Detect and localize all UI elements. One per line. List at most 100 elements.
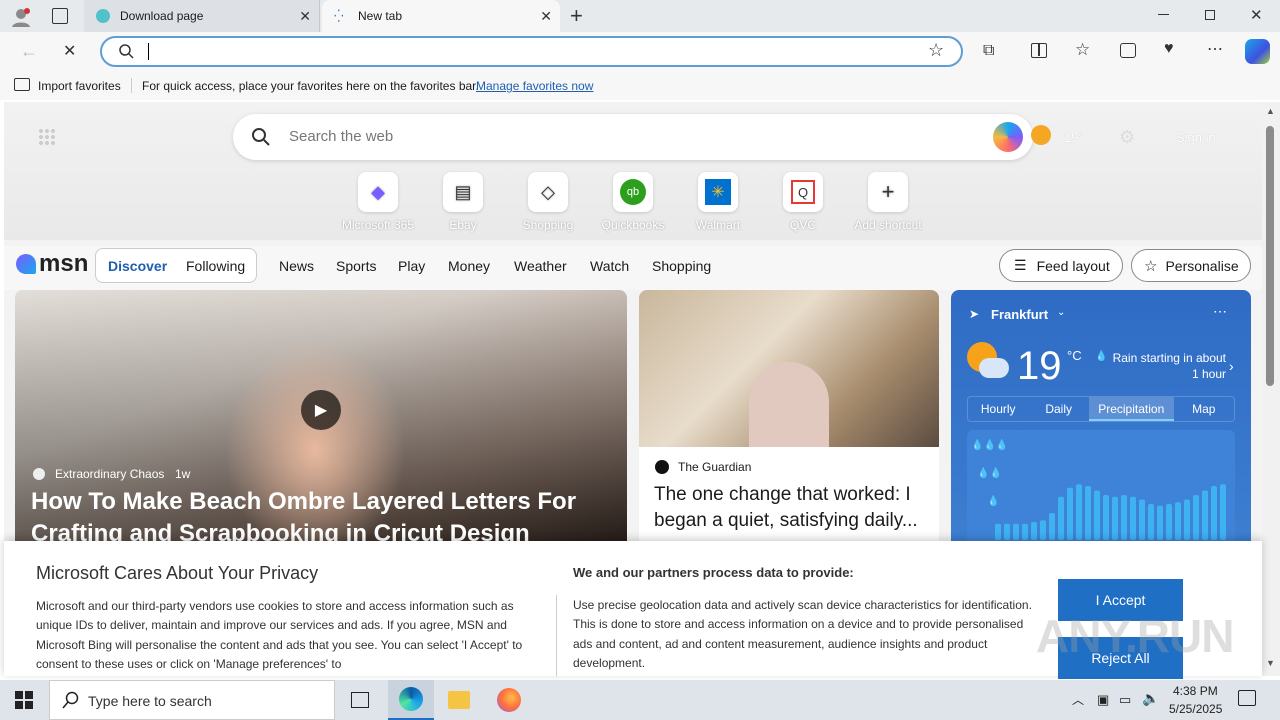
firefox-icon[interactable] (497, 688, 521, 712)
nav-watch[interactable]: Watch (590, 258, 629, 274)
shortcut-microsoft-365[interactable]: ◆ Microsoft 365 (338, 172, 418, 232)
shortcut-label: Quickbooks (601, 218, 665, 232)
anyrun-watermark: ANY.RUN (1036, 610, 1234, 662)
weather-city[interactable]: Frankfurt (991, 307, 1048, 322)
nav-shopping[interactable]: Shopping (652, 258, 711, 274)
walmart-icon: ✳ (698, 172, 738, 212)
new-tab-button[interactable]: + (570, 3, 583, 29)
settings-gear-icon[interactable]: ⚙ (1119, 127, 1135, 148)
shortcut-walmart[interactable]: ✳ Walmart (678, 172, 758, 232)
shortcut-add[interactable]: + Add shortcut (848, 172, 928, 232)
scroll-up-icon[interactable]: ▲ (1266, 106, 1275, 116)
chevron-down-icon[interactable]: ⌄ (1057, 307, 1065, 318)
web-search-box[interactable]: Search the web (233, 114, 1033, 160)
nav-money[interactable]: Money (448, 258, 490, 274)
restore-button[interactable] (1205, 10, 1215, 20)
msn-logo[interactable]: msn (16, 250, 88, 278)
notifications-icon[interactable] (1238, 690, 1256, 706)
shortcut-qvc[interactable]: Q QVC (763, 172, 843, 232)
close-tab-icon[interactable]: ✕ (299, 8, 311, 25)
back-icon[interactable]: ← (20, 41, 38, 62)
split-screen-icon[interactable] (1031, 43, 1047, 58)
profile-icon[interactable] (10, 6, 32, 28)
weather-tab-map[interactable]: Map (1174, 397, 1234, 421)
weather-unit: °C (1067, 348, 1082, 363)
nav-play[interactable]: Play (398, 258, 425, 274)
taskbar-search-box[interactable]: Type here to search (49, 680, 335, 720)
play-icon[interactable]: ▶ (301, 390, 341, 430)
clock-time[interactable]: 4:38 PM (1173, 684, 1218, 698)
tab-actions-icon[interactable] (52, 8, 68, 24)
weather-more-icon[interactable]: ⋯ (1213, 303, 1227, 320)
close-tab-icon[interactable]: ✕ (540, 8, 552, 25)
shortcut-label: Ebay (449, 218, 477, 232)
feed-layout-button[interactable]: ☰ Feed layout (999, 249, 1123, 282)
weather-tabs: Hourly Daily Precipitation Map (967, 396, 1235, 422)
precipitation-bar (1157, 505, 1163, 540)
favorites-bar: Import favorites For quick access, place… (0, 72, 1280, 100)
scroll-down-icon[interactable]: ▼ (1266, 658, 1275, 668)
msn-butterfly-icon (16, 254, 36, 274)
chevron-right-icon[interactable]: › (1229, 358, 1234, 374)
edge-taskbar-icon[interactable] (388, 680, 434, 720)
add-icon: + (868, 172, 908, 212)
news-article-card[interactable]: The Guardian The one change that worked:… (639, 290, 939, 550)
weather-tab-daily[interactable]: Daily (1028, 397, 1088, 421)
favorites-icon[interactable]: ☆ (1075, 40, 1090, 60)
precipitation-chart: 💧💧💧 💧💧 💧 (967, 430, 1235, 545)
personalise-button[interactable]: ☆ Personalise (1131, 249, 1251, 282)
favorite-star-icon[interactable]: ☆ (928, 40, 944, 61)
weather-card[interactable]: ➤ Frankfurt ⌄ ⋯ 19 °C 💧 Rain starting in… (951, 290, 1251, 550)
copilot-icon[interactable] (1245, 39, 1270, 64)
import-favorites-button[interactable]: Import favorites (38, 79, 121, 93)
apps-grid-icon[interactable] (38, 128, 56, 146)
manage-favorites-link[interactable]: Manage favorites now (476, 79, 593, 93)
msn-nav: msn Discover Following News Sports Play … (4, 246, 1262, 290)
favorites-divider (131, 78, 132, 93)
location-arrow-icon: ➤ (969, 307, 980, 321)
extensions-icon[interactable]: ⧉ (983, 42, 994, 60)
tray-chevron-up-icon[interactable]: ︿ (1072, 691, 1084, 708)
browser-essentials-icon[interactable]: ♥ (1164, 40, 1174, 58)
shortcut-quickbooks[interactable]: qb Quickbooks (593, 172, 673, 232)
tray-device-icon[interactable]: ▣ (1097, 692, 1109, 708)
privacy-body-2: Use precise geolocation data and activel… (573, 598, 1032, 671)
sign-in-button[interactable]: Sign in (1176, 130, 1216, 145)
weather-temp-header[interactable]: 19° (1064, 130, 1084, 145)
tab-following[interactable]: Following (186, 258, 245, 274)
nav-weather[interactable]: Weather (514, 258, 567, 274)
start-button[interactable] (15, 691, 33, 709)
precipitation-bar (1022, 523, 1028, 540)
new-tab-hero: Search the web 19° ⚙ Sign in ◆ Microsoft … (4, 102, 1262, 240)
nav-sports[interactable]: Sports (336, 258, 376, 274)
shortcut-ebay[interactable]: ▤ Ebay (423, 172, 503, 232)
minimize-button[interactable] (1158, 14, 1169, 15)
tab-new-tab[interactable]: ⁛ New tab ✕ (322, 0, 560, 32)
nav-news[interactable]: News (279, 258, 314, 274)
precipitation-bar (995, 523, 1001, 540)
precipitation-bar (1067, 487, 1073, 540)
clock-date[interactable]: 5/25/2025 (1169, 702, 1222, 716)
weather-tab-hourly[interactable]: Hourly (968, 397, 1028, 421)
hero-article-card[interactable]: ▶ Extraordinary Chaos 1w How To Make Bea… (15, 290, 627, 550)
more-options-icon[interactable]: ⋯ (1207, 39, 1223, 59)
page-scrollbar[interactable]: ▲ ▼ (1262, 102, 1280, 676)
close-window-button[interactable]: ✕ (1250, 6, 1263, 24)
weather-tab-precipitation[interactable]: Precipitation (1088, 397, 1174, 421)
stop-loading-icon[interactable]: ✕ (63, 41, 76, 61)
task-view-icon[interactable] (351, 692, 369, 708)
address-bar[interactable]: ☆ (100, 36, 963, 67)
import-favorites-icon (14, 78, 30, 91)
volume-icon[interactable]: 🔈 (1142, 690, 1159, 707)
tab-discover[interactable]: Discover (108, 258, 167, 274)
collections-icon[interactable] (1120, 43, 1136, 58)
copilot-search-icon[interactable] (993, 122, 1023, 152)
shortcut-shopping[interactable]: ◇ Shopping (508, 172, 588, 232)
file-explorer-icon[interactable] (448, 691, 470, 709)
privacy-title: Microsoft Cares About Your Privacy (36, 563, 319, 583)
star-edit-icon: ☆ (1144, 257, 1158, 275)
scroll-thumb[interactable] (1266, 126, 1274, 386)
tab-download-page[interactable]: Download page ✕ (84, 0, 320, 32)
network-icon[interactable]: ▭ (1119, 692, 1131, 708)
favorites-hint: For quick access, place your favorites h… (142, 79, 479, 93)
